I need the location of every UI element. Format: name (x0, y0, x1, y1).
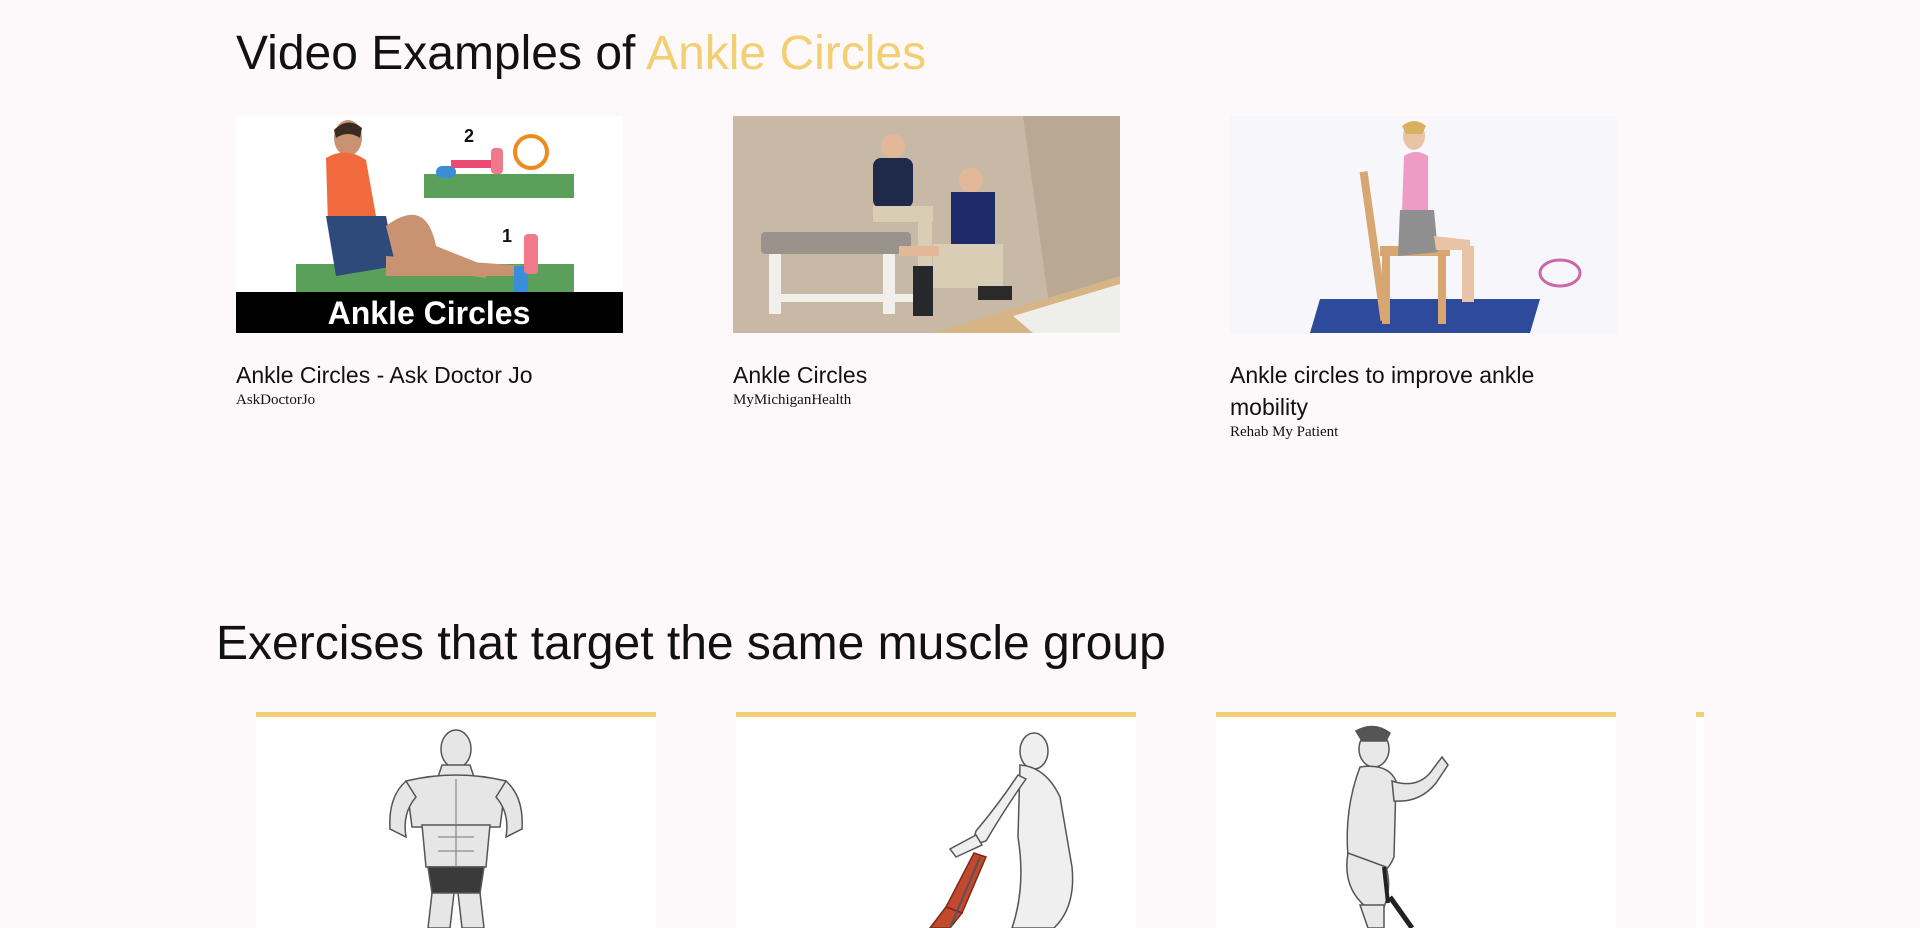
video-heading-prefix: Video Examples of (236, 27, 647, 80)
video-thumbnail[interactable] (1230, 116, 1617, 333)
video-card[interactable]: Ankle circles to improve ankle mobility … (1230, 116, 1617, 441)
related-exercises-heading: Exercises that target the same muscle gr… (216, 617, 1166, 670)
exercise-card[interactable] (736, 712, 1136, 928)
video-channel: MyMichiganHealth (733, 392, 852, 408)
video-heading-exercise-name: Ankle Circles (646, 27, 927, 80)
video-title[interactable]: Ankle Circles - Ask Doctor Jo (236, 359, 623, 391)
video-section-heading: Video Examples of Ankle Circles (236, 26, 926, 82)
video-card[interactable]: 2 1 Ankle Circles Ankle Circles - Ask Do… (236, 116, 623, 441)
exercise-card-partial[interactable] (1696, 712, 1704, 928)
video-channel: Rehab My Patient (1230, 424, 1339, 440)
exercise-illustration (256, 717, 656, 928)
exercise-illustration (1216, 717, 1616, 928)
step-label-1: 1 (502, 226, 512, 246)
video-card[interactable]: Ankle Circles MyMichiganHealth (733, 116, 1120, 441)
exercise-card[interactable] (1216, 712, 1616, 928)
page: Video Examples of Ankle Circles 2 1 Ankl… (0, 0, 1920, 928)
video-thumbnail[interactable] (733, 116, 1120, 333)
thumbnail-caption: Ankle Circles (328, 295, 531, 331)
video-thumbnail[interactable]: 2 1 Ankle Circles (236, 116, 623, 333)
step-label-2: 2 (464, 126, 474, 146)
video-title[interactable]: Ankle Circles (733, 359, 1120, 391)
video-title[interactable]: Ankle circles to improve ankle mobility (1230, 359, 1617, 423)
exercise-illustration (736, 717, 1136, 928)
exercise-card[interactable] (256, 712, 656, 928)
video-channel: AskDoctorJo (236, 392, 316, 408)
exercise-cards (256, 712, 1616, 928)
video-list: 2 1 Ankle Circles Ankle Circles - Ask Do… (236, 116, 1617, 441)
